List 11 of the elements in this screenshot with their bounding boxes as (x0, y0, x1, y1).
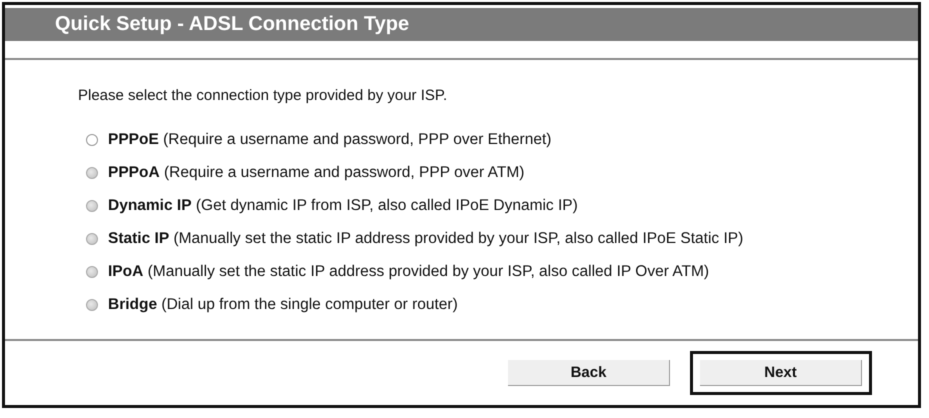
option-label: Bridge (Dial up from the single computer or router) (108, 296, 458, 314)
option-label: IPoA (Manually set the static IP address provided by your ISP, also called IP Over ATM) (108, 262, 710, 280)
option-label: PPPoA (Require a username and password, PPP over ATM) (108, 164, 524, 182)
dialog-title: Quick Setup - ADSL Connection Type (55, 13, 410, 36)
option-label: Static IP (Manually set the static IP address provided by your ISP, also called IPoE Static IP) (108, 230, 744, 248)
option-label: PPPoE (Require a username and password, PPP over Ethernet) (108, 130, 552, 148)
instruction-text: Please select the connection type provided by your ISP. (78, 87, 448, 104)
nav-button[interactable]: Back (508, 360, 670, 386)
radio-button[interactable] (86, 134, 98, 146)
option-label: Dynamic IP (Get dynamic IP from ISP, also called IPoE Dynamic IP) (108, 196, 578, 214)
nav-button[interactable]: Next (700, 360, 862, 386)
